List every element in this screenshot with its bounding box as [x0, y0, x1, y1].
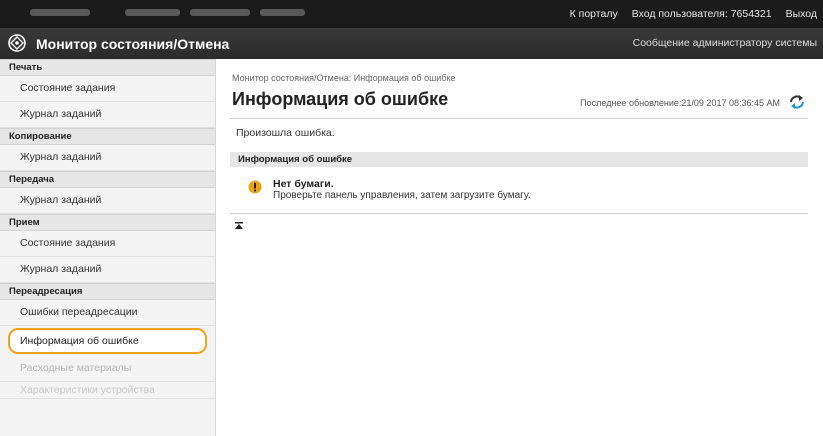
sidebar-item-send-job-log[interactable]: Журнал заданий — [0, 188, 215, 214]
device-logo-icon — [8, 34, 26, 52]
refresh-icon[interactable] — [788, 93, 806, 111]
sidebar-header-receive: Прием — [0, 214, 215, 231]
sidebar-item-receive-job-status[interactable]: Состояние задания — [0, 231, 215, 257]
sidebar-item-print-job-status[interactable]: Состояние задания — [0, 76, 215, 102]
sidebar-item-consumables[interactable]: Расходные материалы — [0, 356, 215, 382]
title-bar: Монитор состояния/Отмена Сообщение админ… — [0, 28, 823, 59]
error-description: Проверьте панель управления, затем загру… — [273, 190, 531, 201]
blurred-address — [190, 9, 250, 16]
back-to-top-icon[interactable] — [234, 221, 244, 231]
top-bar: К порталу Вход пользователя: 7654321 Вых… — [0, 0, 823, 28]
sidebar-item-print-job-log[interactable]: Журнал заданий — [0, 102, 215, 128]
error-occurred-text: Произошла ошибка. — [236, 127, 335, 139]
portal-link[interactable]: К порталу — [570, 8, 618, 20]
top-links: К порталу Вход пользователя: 7654321 Вых… — [570, 0, 817, 28]
blurred-address — [125, 9, 180, 16]
sidebar-header-send: Передача — [0, 171, 215, 188]
last-updated-text: Последнее обновление:21/09 2017 08:36:45… — [580, 98, 780, 108]
content-divider — [230, 213, 808, 214]
sidebar-item-copy-job-log[interactable]: Журнал заданий — [0, 145, 215, 171]
page-title: Информация об ошибке — [232, 89, 449, 109]
warning-icon — [248, 180, 262, 194]
blurred-address — [260, 9, 305, 16]
sidebar-header-copy: Копирование — [0, 128, 215, 145]
sidebar: Печать Состояние задания Журнал заданий … — [0, 59, 216, 436]
sidebar-item-forwarding-errors[interactable]: Ошибки переадресации — [0, 300, 215, 326]
sidebar-item-receive-job-log[interactable]: Журнал заданий — [0, 257, 215, 283]
breadcrumb: Монитор состояния/Отмена: Информация об … — [232, 73, 456, 83]
blurred-address — [30, 9, 90, 16]
app-title: Монитор состояния/Отмена — [36, 36, 230, 52]
sidebar-header-forward: Переадресация — [0, 283, 215, 300]
logout-link[interactable]: Выход — [786, 8, 817, 20]
error-info-section-header: Информация об ошибке — [230, 152, 808, 167]
login-user-label: Вход пользователя: 7654321 — [631, 8, 772, 20]
error-title: Нет бумаги. — [273, 178, 334, 190]
header-divider — [230, 118, 808, 119]
sidebar-header-print: Печать — [0, 59, 215, 76]
sidebar-item-error-information[interactable]: Информация об ошибке — [8, 328, 207, 354]
sidebar-item-device-features[interactable]: Характеристики устройства — [0, 382, 215, 399]
admin-message-link[interactable]: Сообщение администратору системы — [633, 37, 817, 49]
